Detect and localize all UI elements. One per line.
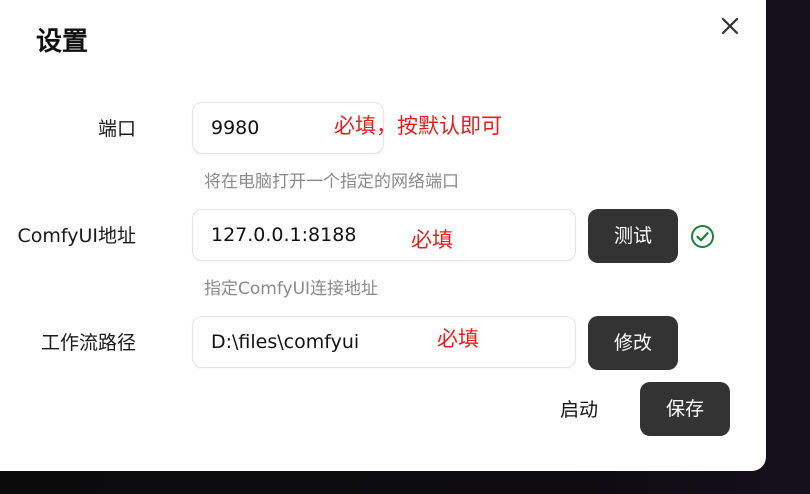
check-circle-icon: [691, 225, 714, 248]
address-field[interactable]: 127.0.0.1:8188: [192, 209, 576, 261]
close-icon: [721, 17, 739, 35]
workflow-path-value: D:\files\comfyui: [211, 331, 360, 353]
port-value: 9980: [211, 117, 260, 139]
address-hint: 指定ComfyUI连接地址: [204, 279, 379, 299]
settings-dialog: 设置 端口 9980 必填，按默认即可 将在电脑打开一个指定的网络端口 Comf…: [0, 0, 766, 471]
address-required-note: 必填: [411, 228, 453, 252]
workflow-required-note: 必填: [437, 327, 479, 351]
port-hint: 将在电脑打开一个指定的网络端口: [204, 172, 459, 192]
port-label: 端口: [97, 118, 136, 140]
modify-button[interactable]: 修改: [588, 316, 678, 370]
dialog-title: 设置: [36, 27, 89, 57]
workflow-path-label: 工作流路径: [40, 332, 136, 354]
workflow-path-field[interactable]: D:\files\comfyui: [192, 316, 576, 368]
address-label: ComfyUI地址: [17, 225, 136, 247]
start-button[interactable]: 启动: [560, 396, 598, 424]
test-button[interactable]: 测试: [588, 209, 678, 263]
close-button[interactable]: [716, 12, 744, 40]
port-required-note: 必填，按默认即可: [334, 114, 502, 138]
save-button[interactable]: 保存: [640, 382, 730, 436]
address-value: 127.0.0.1:8188: [211, 224, 357, 246]
